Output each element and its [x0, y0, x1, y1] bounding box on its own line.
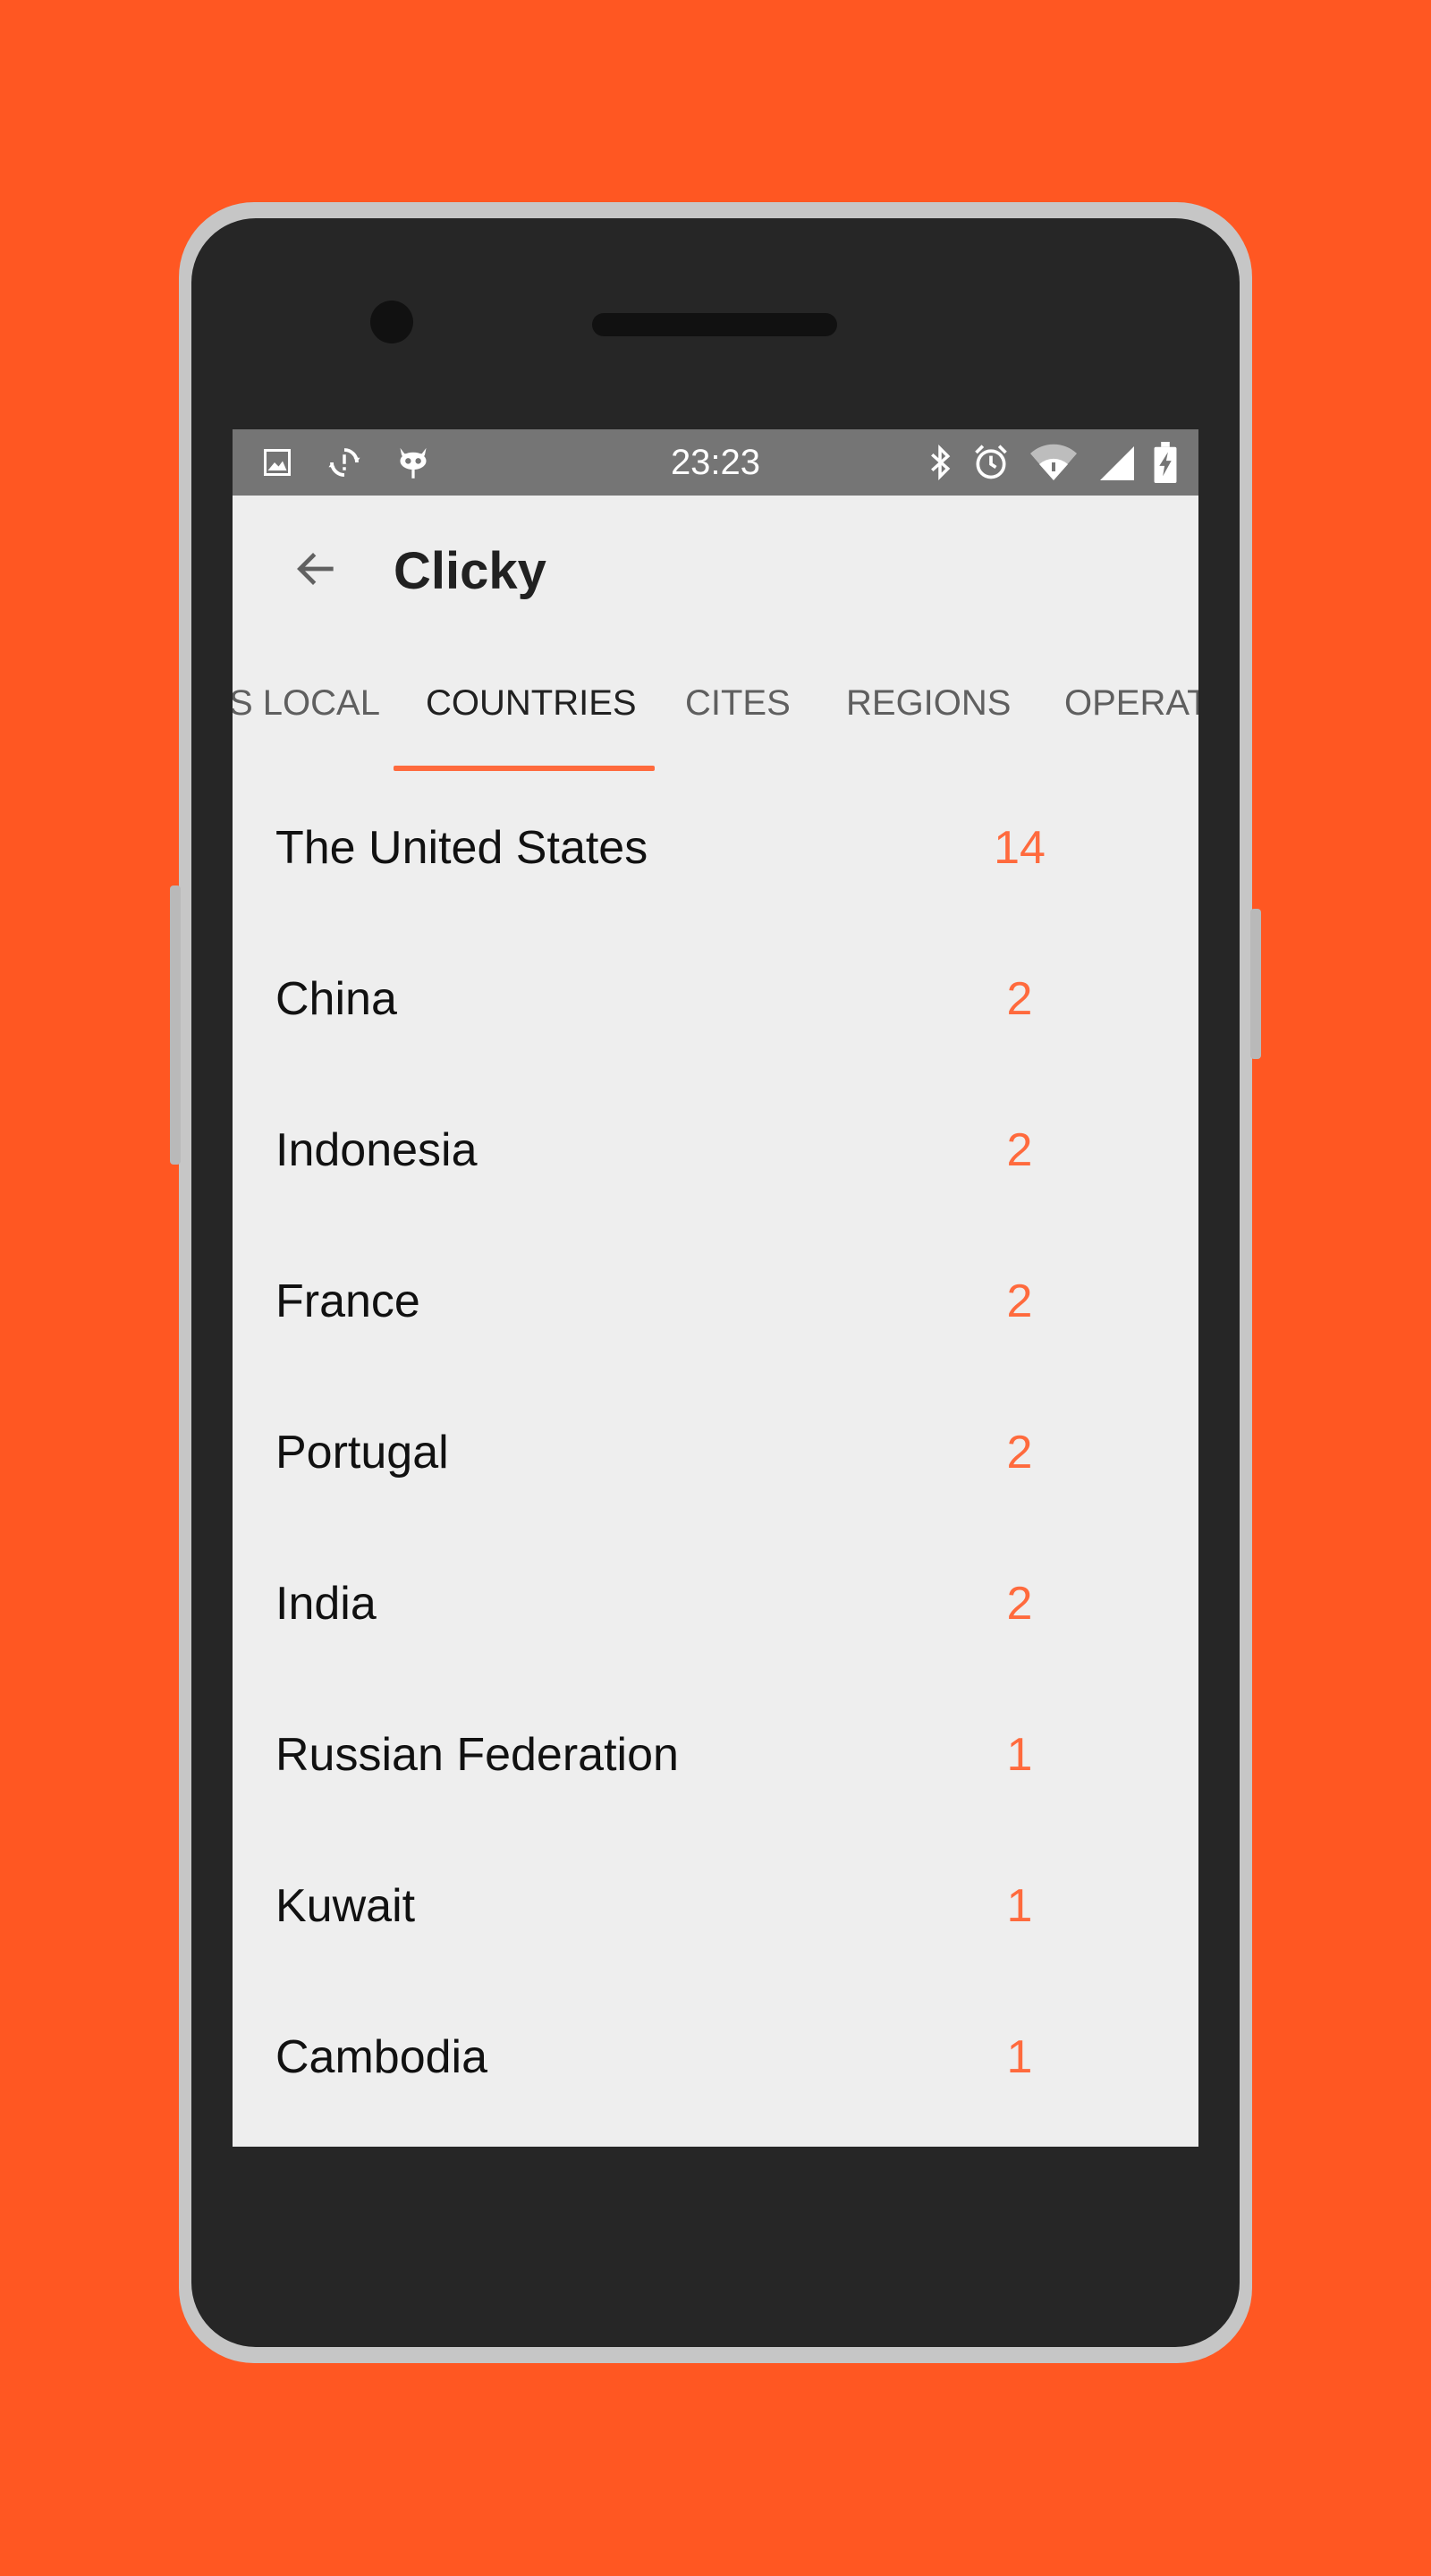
screen: 23:23 Clicky S LOCAL COUNTRIES CITES REG…	[233, 429, 1198, 2147]
visit-count: 2	[1006, 1578, 1033, 1630]
country-name: Kuwait	[275, 1880, 416, 1932]
signal-icon	[1097, 443, 1136, 482]
status-right-icons	[927, 442, 1177, 483]
visit-count: 2	[1006, 1124, 1033, 1176]
list-item[interactable]: Kuwait 1	[233, 1831, 1198, 1982]
visit-count: 1	[1006, 1729, 1033, 1781]
list-item[interactable]: Indonesia 2	[233, 1075, 1198, 1226]
alarm-icon	[971, 443, 1011, 482]
country-name: Cambodia	[275, 2031, 488, 2083]
power-button	[1250, 909, 1261, 1059]
volume-button	[170, 886, 181, 1165]
battery-charging-icon	[1154, 442, 1177, 483]
list-item[interactable]: France 2	[233, 1226, 1198, 1377]
visit-count: 1	[1006, 2031, 1033, 2083]
tab-bar: S LOCAL COUNTRIES CITES REGIONS OPERAT	[233, 648, 1198, 758]
app-title: Clicky	[394, 542, 546, 600]
visit-count: 1	[1006, 1880, 1033, 1932]
list-item[interactable]: Cambodia 1	[233, 1982, 1198, 2133]
earpiece-speaker	[592, 313, 837, 336]
tab-cities[interactable]: CITES	[685, 648, 791, 758]
list-item[interactable]: India 2	[233, 1529, 1198, 1680]
country-name: India	[275, 1578, 377, 1630]
country-name: The United States	[275, 822, 648, 874]
country-name: Russian Federation	[275, 1729, 679, 1781]
front-camera	[370, 301, 413, 343]
country-name: France	[275, 1275, 420, 1327]
country-name: China	[275, 973, 397, 1025]
back-button[interactable]	[277, 531, 356, 610]
visit-count: 14	[994, 822, 1046, 874]
list-item[interactable]: Portugal 2	[233, 1377, 1198, 1529]
visit-count: 2	[1006, 1275, 1033, 1327]
tab-countries[interactable]: COUNTRIES	[426, 648, 637, 758]
tab-regions[interactable]: REGIONS	[846, 648, 1011, 758]
wifi-icon	[1029, 443, 1079, 482]
tab-operating-systems[interactable]: OPERAT	[1064, 648, 1198, 758]
visit-count: 2	[1006, 1427, 1033, 1479]
country-name: Portugal	[275, 1427, 449, 1479]
list-item[interactable]: China 2	[233, 924, 1198, 1075]
status-bar: 23:23	[233, 429, 1198, 496]
visit-count: 2	[1006, 973, 1033, 1025]
app-bar: Clicky	[233, 496, 1198, 648]
bluetooth-icon	[927, 444, 953, 481]
tab-local[interactable]: S LOCAL	[233, 648, 380, 758]
list-item[interactable]: Russian Federation 1	[233, 1680, 1198, 1831]
tab-indicator	[394, 766, 655, 771]
country-name: Indonesia	[275, 1124, 478, 1176]
arrow-back-icon	[292, 544, 342, 598]
list-item[interactable]: The United States 14	[233, 773, 1198, 924]
